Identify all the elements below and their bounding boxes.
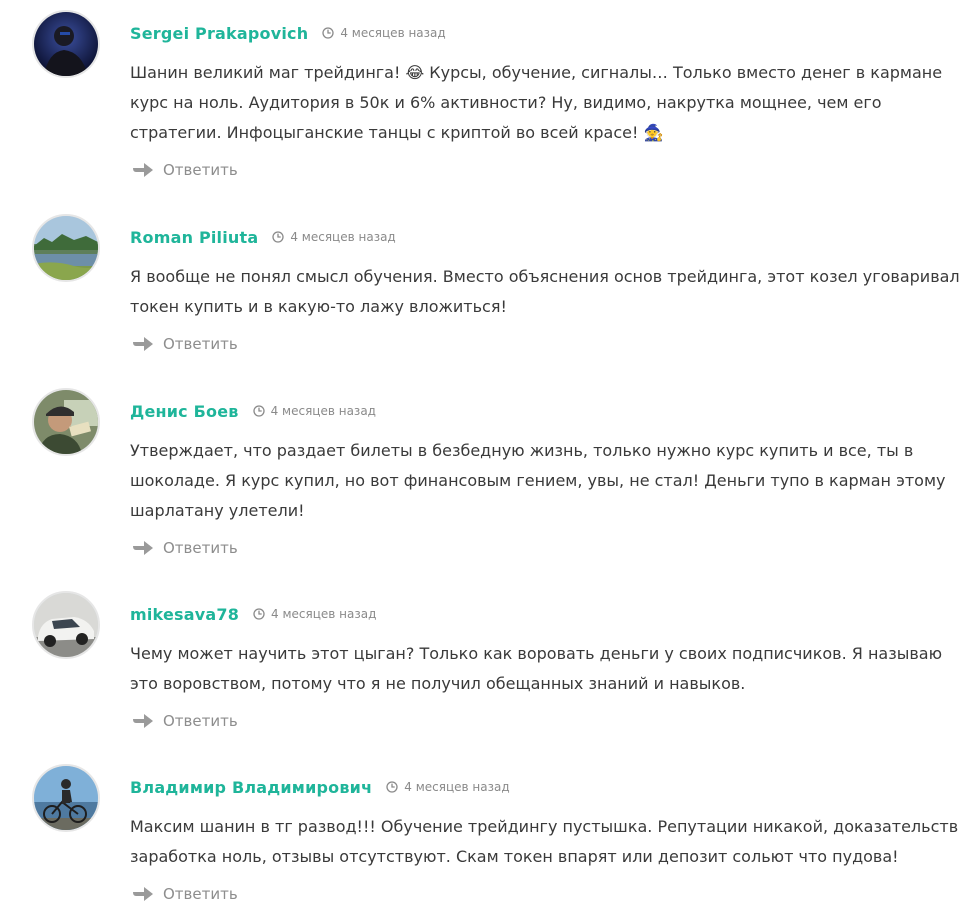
comment-time[interactable]: 4 месяцев назад xyxy=(340,26,445,40)
avatar[interactable] xyxy=(32,214,100,282)
reply-button[interactable]: Ответить xyxy=(132,335,238,353)
clock-icon xyxy=(386,781,398,793)
author-name[interactable]: Владимир Владимирович xyxy=(130,778,372,797)
user-avatar-white-car-icon xyxy=(34,593,98,657)
author-name[interactable]: Sergei Prakapovich xyxy=(130,24,308,43)
reply-arrow-icon xyxy=(132,336,154,352)
user-avatar-dark-portrait-icon xyxy=(34,12,98,76)
comment-time[interactable]: 4 месяцев назад xyxy=(271,404,376,418)
comment-text: Чему может научить этот цыган? Только ка… xyxy=(130,644,943,693)
user-avatar-man-with-cap-icon xyxy=(34,390,98,454)
author-name[interactable]: mikesava78 xyxy=(130,605,239,624)
reply-button[interactable]: Ответить xyxy=(132,885,238,903)
reply-button[interactable]: Ответить xyxy=(132,712,238,730)
clock-icon xyxy=(253,608,265,620)
clock-icon xyxy=(272,231,285,243)
comment-meta: Roman Piliuta 4 месяцев назад xyxy=(130,226,396,248)
comment-time[interactable]: 4 месяцев назад xyxy=(290,230,395,244)
comment-text: Утверждает, что раздает билеты в безбедн… xyxy=(130,441,946,520)
user-avatar-cyclist-icon xyxy=(34,766,98,830)
comment-meta: Владимир Владимирович 4 месяцев назад xyxy=(130,776,510,798)
reply-arrow-icon xyxy=(132,540,154,556)
comment-time[interactable]: 4 месяцев назад xyxy=(271,607,376,621)
reply-button[interactable]: Ответить xyxy=(132,539,238,557)
reply-arrow-icon xyxy=(132,713,154,729)
comment-meta: mikesava78 4 месяцев назад xyxy=(130,603,376,625)
avatar[interactable] xyxy=(32,10,100,78)
comment-text: Максим шанин в тг развод!!! Обучение тре… xyxy=(130,817,959,866)
clock-icon xyxy=(322,27,334,39)
comment-text: Шанин великий маг трейдинга! 😂 Курсы, об… xyxy=(130,63,943,142)
reply-label: Ответить xyxy=(163,712,238,730)
reply-button[interactable]: Ответить xyxy=(132,161,238,179)
user-avatar-lake-landscape-icon xyxy=(34,216,98,280)
reply-label: Ответить xyxy=(163,885,238,903)
author-name[interactable]: Денис Боев xyxy=(130,402,239,421)
author-name[interactable]: Roman Piliuta xyxy=(130,228,258,247)
comment-meta: Денис Боев 4 месяцев назад xyxy=(130,400,376,422)
reply-label: Ответить xyxy=(163,161,238,179)
avatar[interactable] xyxy=(32,388,100,456)
comment-text: Я вообще не понял смысл обучения. Вместо… xyxy=(130,267,960,316)
comments-list: Sergei Prakapovich 4 месяцев назад Шанин… xyxy=(0,0,975,919)
reply-arrow-icon xyxy=(132,162,154,178)
clock-icon xyxy=(252,405,265,417)
reply-label: Ответить xyxy=(163,539,238,557)
avatar[interactable] xyxy=(32,591,100,659)
avatar[interactable] xyxy=(32,764,100,832)
comment-time[interactable]: 4 месяцев назад xyxy=(404,780,509,794)
comment-meta: Sergei Prakapovich 4 месяцев назад xyxy=(130,22,446,44)
reply-arrow-icon xyxy=(132,886,154,902)
reply-label: Ответить xyxy=(163,335,238,353)
